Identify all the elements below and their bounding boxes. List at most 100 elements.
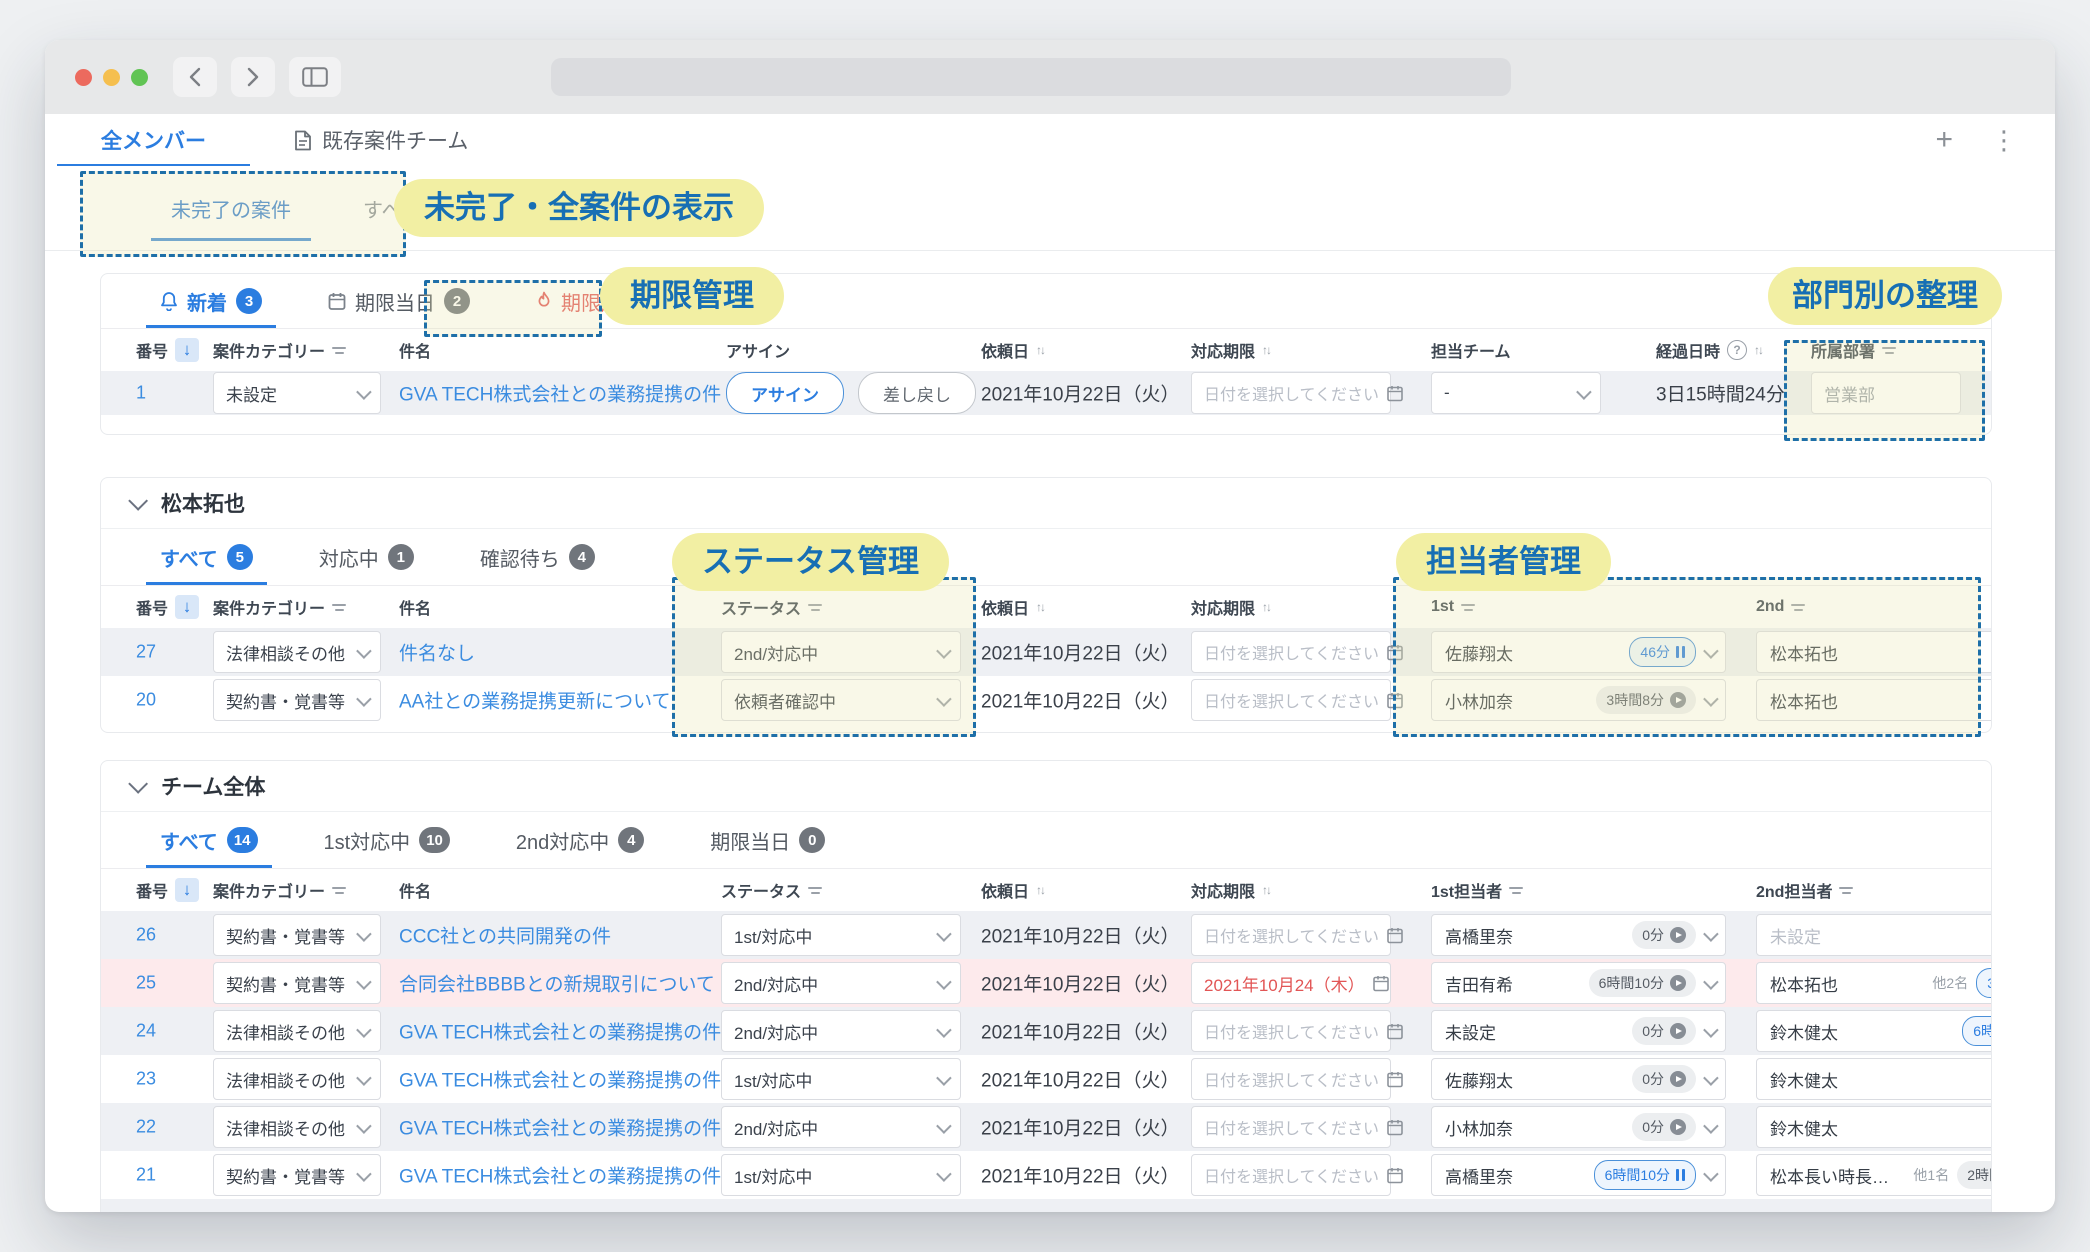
second-assignee-select[interactable]: 鈴木健太 6時間 — [1756, 1010, 1992, 1052]
info-icon[interactable]: ? — [1727, 340, 1747, 360]
sort-icon[interactable]: ↑↓ — [1262, 343, 1270, 357]
second-assignee-select[interactable]: 松本拓也 他2名 3時 — [1756, 962, 1992, 1004]
case-number-link[interactable]: 25 — [136, 973, 156, 994]
tab-existing-case-team[interactable]: 既存案件チーム — [250, 114, 512, 166]
return-button[interactable]: 差し戻し — [858, 372, 976, 414]
sort-icon[interactable]: ↑↓ — [1754, 343, 1762, 357]
tab-all-members[interactable]: 全メンバー — [57, 114, 250, 166]
sidebar-toggle-button[interactable] — [289, 57, 341, 97]
category-select[interactable]: 契約書・覚書等 — [213, 1154, 381, 1196]
first-assignee-select[interactable]: 佐藤翔太 0分 — [1431, 1058, 1726, 1100]
case-title-link[interactable]: 件名なし — [399, 639, 475, 666]
due-date-input[interactable]: 日付を選択してください — [1191, 679, 1391, 721]
forward-button[interactable] — [231, 57, 275, 97]
due-date-input[interactable]: 日付を選択してください — [1191, 1058, 1391, 1100]
timer-badge[interactable]: 6時間10分 — [1589, 969, 1696, 997]
filter-icon[interactable] — [1461, 604, 1475, 611]
tab-new-arrivals[interactable]: 新着 3 — [156, 274, 266, 328]
case-title-link[interactable]: 合同会社BBBBとの新規取引について — [399, 970, 715, 997]
case-title-link[interactable]: GVA TECH株式会社との業務提携の件 — [399, 1162, 721, 1189]
timer-badge[interactable]: 0分 — [1632, 1065, 1696, 1093]
team-select[interactable]: - — [1431, 372, 1601, 414]
due-date-input[interactable]: 日付を選択してください — [1191, 1154, 1391, 1196]
category-select[interactable]: 契約書・覚書等 — [213, 914, 381, 956]
zoom-window-button[interactable] — [131, 69, 148, 86]
timer-badge[interactable]: 2時間 — [1957, 1161, 1992, 1189]
case-number-link[interactable]: 20 — [136, 690, 156, 711]
timer-badge[interactable]: 3時間8分 — [1596, 686, 1696, 714]
case-number-link[interactable]: 21 — [136, 1165, 156, 1186]
case-number-link[interactable]: 27 — [136, 642, 156, 663]
second-assignee-select[interactable]: 鈴木健太 — [1756, 1106, 1992, 1148]
filter-icon[interactable] — [332, 604, 346, 611]
first-assignee-select[interactable]: 未設定 0分 — [1431, 1010, 1726, 1052]
tab-all[interactable]: すべて14 — [156, 812, 262, 868]
url-bar[interactable] — [551, 58, 1511, 96]
due-date-input[interactable]: 2021年10月24（木） — [1191, 962, 1391, 1004]
sort-icon[interactable]: ↑↓ — [1262, 883, 1270, 897]
case-title-link[interactable]: GVA TECH株式会社との業務提携の件 — [399, 380, 721, 407]
first-assignee-select[interactable]: 高橋里奈 6時間10分 — [1431, 1154, 1726, 1196]
category-select[interactable]: 法律相談その他 — [213, 1010, 381, 1052]
timer-badge[interactable]: 0分 — [1632, 921, 1696, 949]
due-date-input[interactable]: 日付を選択してください — [1191, 631, 1391, 673]
status-select[interactable]: 1st/対応中 — [721, 914, 961, 956]
sort-icon[interactable]: ↑↓ — [1262, 600, 1270, 614]
status-select[interactable]: 2nd/対応中 — [721, 962, 961, 1004]
case-title-link[interactable]: CCC社との共同開発の件 — [399, 922, 611, 949]
second-assignee-select[interactable]: 松本拓也 — [1756, 631, 1992, 673]
tab-1st-in-progress[interactable]: 1st対応中10 — [320, 812, 454, 868]
category-select[interactable]: 契約書・覚書等 — [213, 679, 381, 721]
second-assignee-select[interactable]: 松本長い時長い… 他1名 2時間 — [1756, 1154, 1992, 1196]
back-button[interactable] — [173, 57, 217, 97]
case-title-link[interactable]: GVA TECH株式会社との業務提携の件 — [399, 1018, 721, 1045]
assign-button[interactable]: アサイン — [726, 372, 844, 414]
sort-icon[interactable]: ↑↓ — [1036, 883, 1044, 897]
team-section-header[interactable]: チーム全体 — [101, 761, 1991, 812]
first-assignee-select[interactable]: 吉田有希 6時間10分 — [1431, 962, 1726, 1004]
tab-in-progress[interactable]: 対応中1 — [315, 529, 418, 585]
timer-badge[interactable]: 46分 — [1629, 637, 1696, 667]
case-number-link[interactable]: 24 — [136, 1021, 156, 1042]
status-select[interactable]: 2nd/対応中 — [721, 1106, 961, 1148]
member-section-header[interactable]: 松本拓也 — [101, 478, 1991, 529]
tab-waiting-confirmation[interactable]: 確認待ち4 — [476, 529, 599, 585]
status-select[interactable]: 2nd/対応中 — [721, 631, 961, 673]
tab-due-today[interactable]: 期限当日 2 — [324, 274, 474, 328]
timer-badge[interactable]: 0分 — [1632, 1017, 1696, 1045]
filter-icon[interactable] — [808, 887, 822, 894]
more-menu-button[interactable]: ⋮ — [1991, 125, 2017, 155]
department-input[interactable]: 営業部 — [1811, 372, 1961, 414]
status-select[interactable]: 依頼者確認中 — [721, 679, 961, 721]
category-select[interactable]: 法律相談その他 — [213, 1106, 381, 1148]
tab-incomplete-cases[interactable]: 未完了の案件 — [165, 166, 297, 250]
case-number-link[interactable]: 1 — [136, 383, 146, 404]
first-assignee-select[interactable]: 佐藤翔太 46分 — [1431, 631, 1726, 673]
sort-desc-icon[interactable]: ↓ — [175, 878, 199, 902]
timer-badge[interactable]: 6時間 — [1962, 1016, 1992, 1046]
first-assignee-select[interactable]: 高橋里奈 0分 — [1431, 914, 1726, 956]
first-assignee-select[interactable]: 小林加奈 3時間8分 — [1431, 679, 1726, 721]
sort-desc-icon[interactable]: ↓ — [175, 338, 199, 362]
filter-icon[interactable] — [332, 347, 346, 354]
category-select[interactable]: 契約書・覚書等 — [213, 962, 381, 1004]
sort-icon[interactable]: ↑↓ — [1036, 600, 1044, 614]
due-date-input[interactable]: 日付を選択してください — [1191, 1106, 1391, 1148]
case-number-link[interactable]: 23 — [136, 1069, 156, 1090]
due-date-input[interactable]: 日付を選択してください — [1191, 1010, 1391, 1052]
status-select[interactable]: 1st/対応中 — [721, 1154, 961, 1196]
case-title-link[interactable]: GVA TECH株式会社との業務提携の件 — [399, 1114, 721, 1141]
sort-desc-icon[interactable]: ↓ — [175, 595, 199, 619]
case-title-link[interactable]: GVA TECH株式会社との業務提携の件 — [399, 1066, 721, 1093]
filter-icon[interactable] — [808, 604, 822, 611]
minimize-window-button[interactable] — [103, 69, 120, 86]
add-button[interactable]: + — [1935, 125, 1953, 155]
second-assignee-select[interactable]: 松本拓也 — [1756, 679, 1992, 721]
category-select[interactable]: 法律相談その他 — [213, 1058, 381, 1100]
filter-icon[interactable] — [332, 887, 346, 894]
category-select[interactable]: 法律相談その他 — [213, 631, 381, 673]
close-window-button[interactable] — [75, 69, 92, 86]
case-number-link[interactable]: 22 — [136, 1117, 156, 1138]
case-number-link[interactable]: 26 — [136, 925, 156, 946]
first-assignee-select[interactable]: 小林加奈 0分 — [1431, 1106, 1726, 1148]
